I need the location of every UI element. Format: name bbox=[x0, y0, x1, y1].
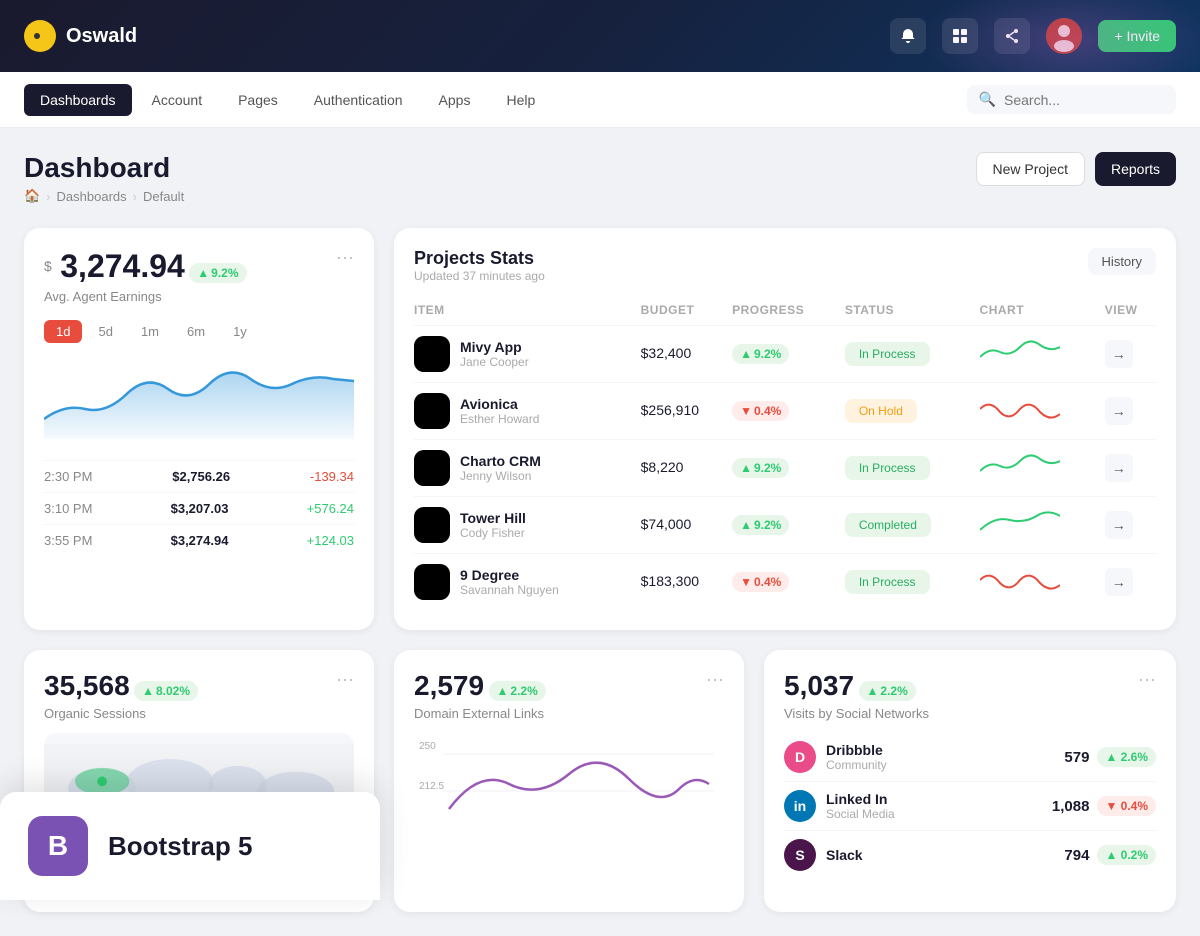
domain-label: Domain External Links bbox=[414, 706, 546, 721]
view-row-button[interactable]: → bbox=[1105, 340, 1133, 368]
tab-apps[interactable]: Apps bbox=[423, 84, 487, 116]
social-item: D Dribbble Community 579 ▲ 2.6% bbox=[784, 733, 1156, 781]
data-row-1: 2:30 PM $2,756.26 -139.34 bbox=[44, 460, 354, 492]
breadcrumb-home[interactable]: 🏠 bbox=[24, 188, 40, 204]
col-progress: PROGRESS bbox=[732, 295, 845, 326]
organic-badge: ▲ 8.02% bbox=[134, 681, 198, 701]
projects-updated: Updated 37 minutes ago bbox=[414, 269, 545, 283]
social-badge: ▲ 2.2% bbox=[859, 681, 916, 701]
page-title-area: Dashboard 🏠 › Dashboards › Default bbox=[24, 152, 184, 204]
filter-1m[interactable]: 1m bbox=[129, 320, 171, 343]
svg-text:250: 250 bbox=[419, 741, 436, 752]
col-budget: BUDGET bbox=[641, 295, 732, 326]
col-chart: CHART bbox=[980, 295, 1105, 326]
domain-chart: 250 212.5 bbox=[414, 729, 724, 849]
filter-6m[interactable]: 6m bbox=[175, 320, 217, 343]
secondary-navbar: Dashboards Account Pages Authentication … bbox=[0, 72, 1200, 128]
earnings-card: $ 3,274.94 ▲ 9.2% ··· Avg. Agent Earning… bbox=[24, 228, 374, 630]
breadcrumb-dashboards[interactable]: Dashboards bbox=[57, 189, 127, 204]
organic-label: Organic Sessions bbox=[44, 706, 198, 721]
search-box: 🔍 bbox=[967, 85, 1176, 114]
reports-button[interactable]: Reports bbox=[1095, 152, 1176, 186]
page-title: Dashboard bbox=[24, 152, 184, 184]
organic-more-button[interactable]: ··· bbox=[336, 670, 354, 688]
brand: Oswald bbox=[24, 20, 137, 52]
invite-button[interactable]: + Invite bbox=[1098, 20, 1176, 52]
brand-name: Oswald bbox=[66, 25, 137, 48]
brand-icon bbox=[24, 20, 56, 52]
tab-dashboards[interactable]: Dashboards bbox=[24, 84, 132, 116]
projects-title: Projects Stats bbox=[414, 248, 545, 269]
bootstrap-title: Bootstrap 5 bbox=[108, 831, 252, 862]
tab-pages[interactable]: Pages bbox=[222, 84, 294, 116]
col-view: VIEW bbox=[1105, 295, 1156, 326]
svg-text:212.5: 212.5 bbox=[419, 781, 444, 792]
earnings-amount: 3,274.94 bbox=[60, 248, 185, 284]
bootstrap-icon: B bbox=[28, 816, 88, 876]
view-row-button[interactable]: → bbox=[1105, 511, 1133, 539]
domain-card: 2,579 ▲ 2.2% Domain External Links ··· 2… bbox=[394, 650, 744, 912]
table-row: 9 Degree Savannah Nguyen $183,300 ▼ 0.4%… bbox=[414, 554, 1156, 611]
new-project-button[interactable]: New Project bbox=[976, 152, 1085, 186]
top-cards-row: $ 3,274.94 ▲ 9.2% ··· Avg. Agent Earning… bbox=[24, 228, 1176, 630]
earnings-chart bbox=[44, 359, 354, 439]
domain-number: 2,579 bbox=[414, 670, 484, 701]
projects-card: Projects Stats Updated 37 minutes ago Hi… bbox=[394, 228, 1176, 630]
nav-tabs: Dashboards Account Pages Authentication … bbox=[24, 84, 967, 116]
col-item: ITEM bbox=[414, 295, 641, 326]
history-button[interactable]: History bbox=[1088, 248, 1156, 275]
search-input[interactable] bbox=[1004, 92, 1164, 108]
search-icon: 🔍 bbox=[979, 91, 996, 108]
domain-badge: ▲ 2.2% bbox=[489, 681, 546, 701]
data-row-2: 3:10 PM $3,207.03 +576.24 bbox=[44, 492, 354, 524]
filter-5d[interactable]: 5d bbox=[86, 320, 124, 343]
social-label: Visits by Social Networks bbox=[784, 706, 929, 721]
social-card: 5,037 ▲ 2.2% Visits by Social Networks ·… bbox=[764, 650, 1176, 912]
filter-1y[interactable]: 1y bbox=[221, 320, 259, 343]
view-row-button[interactable]: → bbox=[1105, 454, 1133, 482]
view-row-button[interactable]: → bbox=[1105, 568, 1133, 596]
avatar[interactable] bbox=[1046, 18, 1082, 54]
bootstrap-overlay: B Bootstrap 5 bbox=[0, 792, 380, 900]
tab-help[interactable]: Help bbox=[490, 84, 551, 116]
social-list: D Dribbble Community 579 ▲ 2.6% in Linke… bbox=[784, 733, 1156, 879]
domain-more-button[interactable]: ··· bbox=[706, 670, 724, 688]
col-status: STATUS bbox=[845, 295, 980, 326]
earnings-more-button[interactable]: ··· bbox=[336, 248, 354, 266]
nav-right: + Invite bbox=[890, 18, 1176, 54]
tab-authentication[interactable]: Authentication bbox=[298, 84, 419, 116]
table-row: Avionica Esther Howard $256,910 ▼ 0.4% O… bbox=[414, 383, 1156, 440]
view-row-button[interactable]: → bbox=[1105, 397, 1133, 425]
filter-1d[interactable]: 1d bbox=[44, 320, 82, 343]
earnings-badge: ▲ 9.2% bbox=[189, 263, 246, 283]
share-icon-btn[interactable] bbox=[994, 18, 1030, 54]
organic-number: 35,568 bbox=[44, 670, 130, 701]
table-row: Mivy App Jane Cooper $32,400 ▲ 9.2% In P… bbox=[414, 326, 1156, 383]
page-actions: New Project Reports bbox=[976, 152, 1177, 186]
projects-header: Projects Stats Updated 37 minutes ago Hi… bbox=[414, 248, 1156, 283]
organic-header: 35,568 ▲ 8.02% Organic Sessions ··· bbox=[44, 670, 354, 721]
social-item: S Slack 794 ▲ 0.2% bbox=[784, 830, 1156, 879]
breadcrumb: 🏠 › Dashboards › Default bbox=[24, 188, 184, 204]
page-header: Dashboard 🏠 › Dashboards › Default New P… bbox=[24, 152, 1176, 204]
earnings-label: Avg. Agent Earnings bbox=[44, 289, 354, 304]
time-filters: 1d 5d 1m 6m 1y bbox=[44, 320, 354, 343]
top-navbar: Oswald + Invite bbox=[0, 0, 1200, 72]
earnings-header: $ 3,274.94 ▲ 9.2% ··· bbox=[44, 248, 354, 285]
breadcrumb-default[interactable]: Default bbox=[143, 189, 184, 204]
social-item: in Linked In Social Media 1,088 ▼ 0.4% bbox=[784, 781, 1156, 830]
social-header: 5,037 ▲ 2.2% Visits by Social Networks ·… bbox=[784, 670, 1156, 721]
domain-header: 2,579 ▲ 2.2% Domain External Links ··· bbox=[414, 670, 724, 721]
projects-table: ITEM BUDGET PROGRESS STATUS CHART VIEW M… bbox=[414, 295, 1156, 610]
table-row: Charto CRM Jenny Wilson $8,220 ▲ 9.2% In… bbox=[414, 440, 1156, 497]
social-more-button[interactable]: ··· bbox=[1138, 670, 1156, 688]
notification-icon-btn[interactable] bbox=[890, 18, 926, 54]
grid-icon-btn[interactable] bbox=[942, 18, 978, 54]
table-row: Tower Hill Cody Fisher $74,000 ▲ 9.2% Co… bbox=[414, 497, 1156, 554]
tab-account[interactable]: Account bbox=[136, 84, 219, 116]
earnings-amount-area: $ 3,274.94 ▲ 9.2% bbox=[44, 248, 247, 285]
social-number: 5,037 bbox=[784, 670, 854, 701]
data-row-3: 3:55 PM $3,274.94 +124.03 bbox=[44, 524, 354, 556]
